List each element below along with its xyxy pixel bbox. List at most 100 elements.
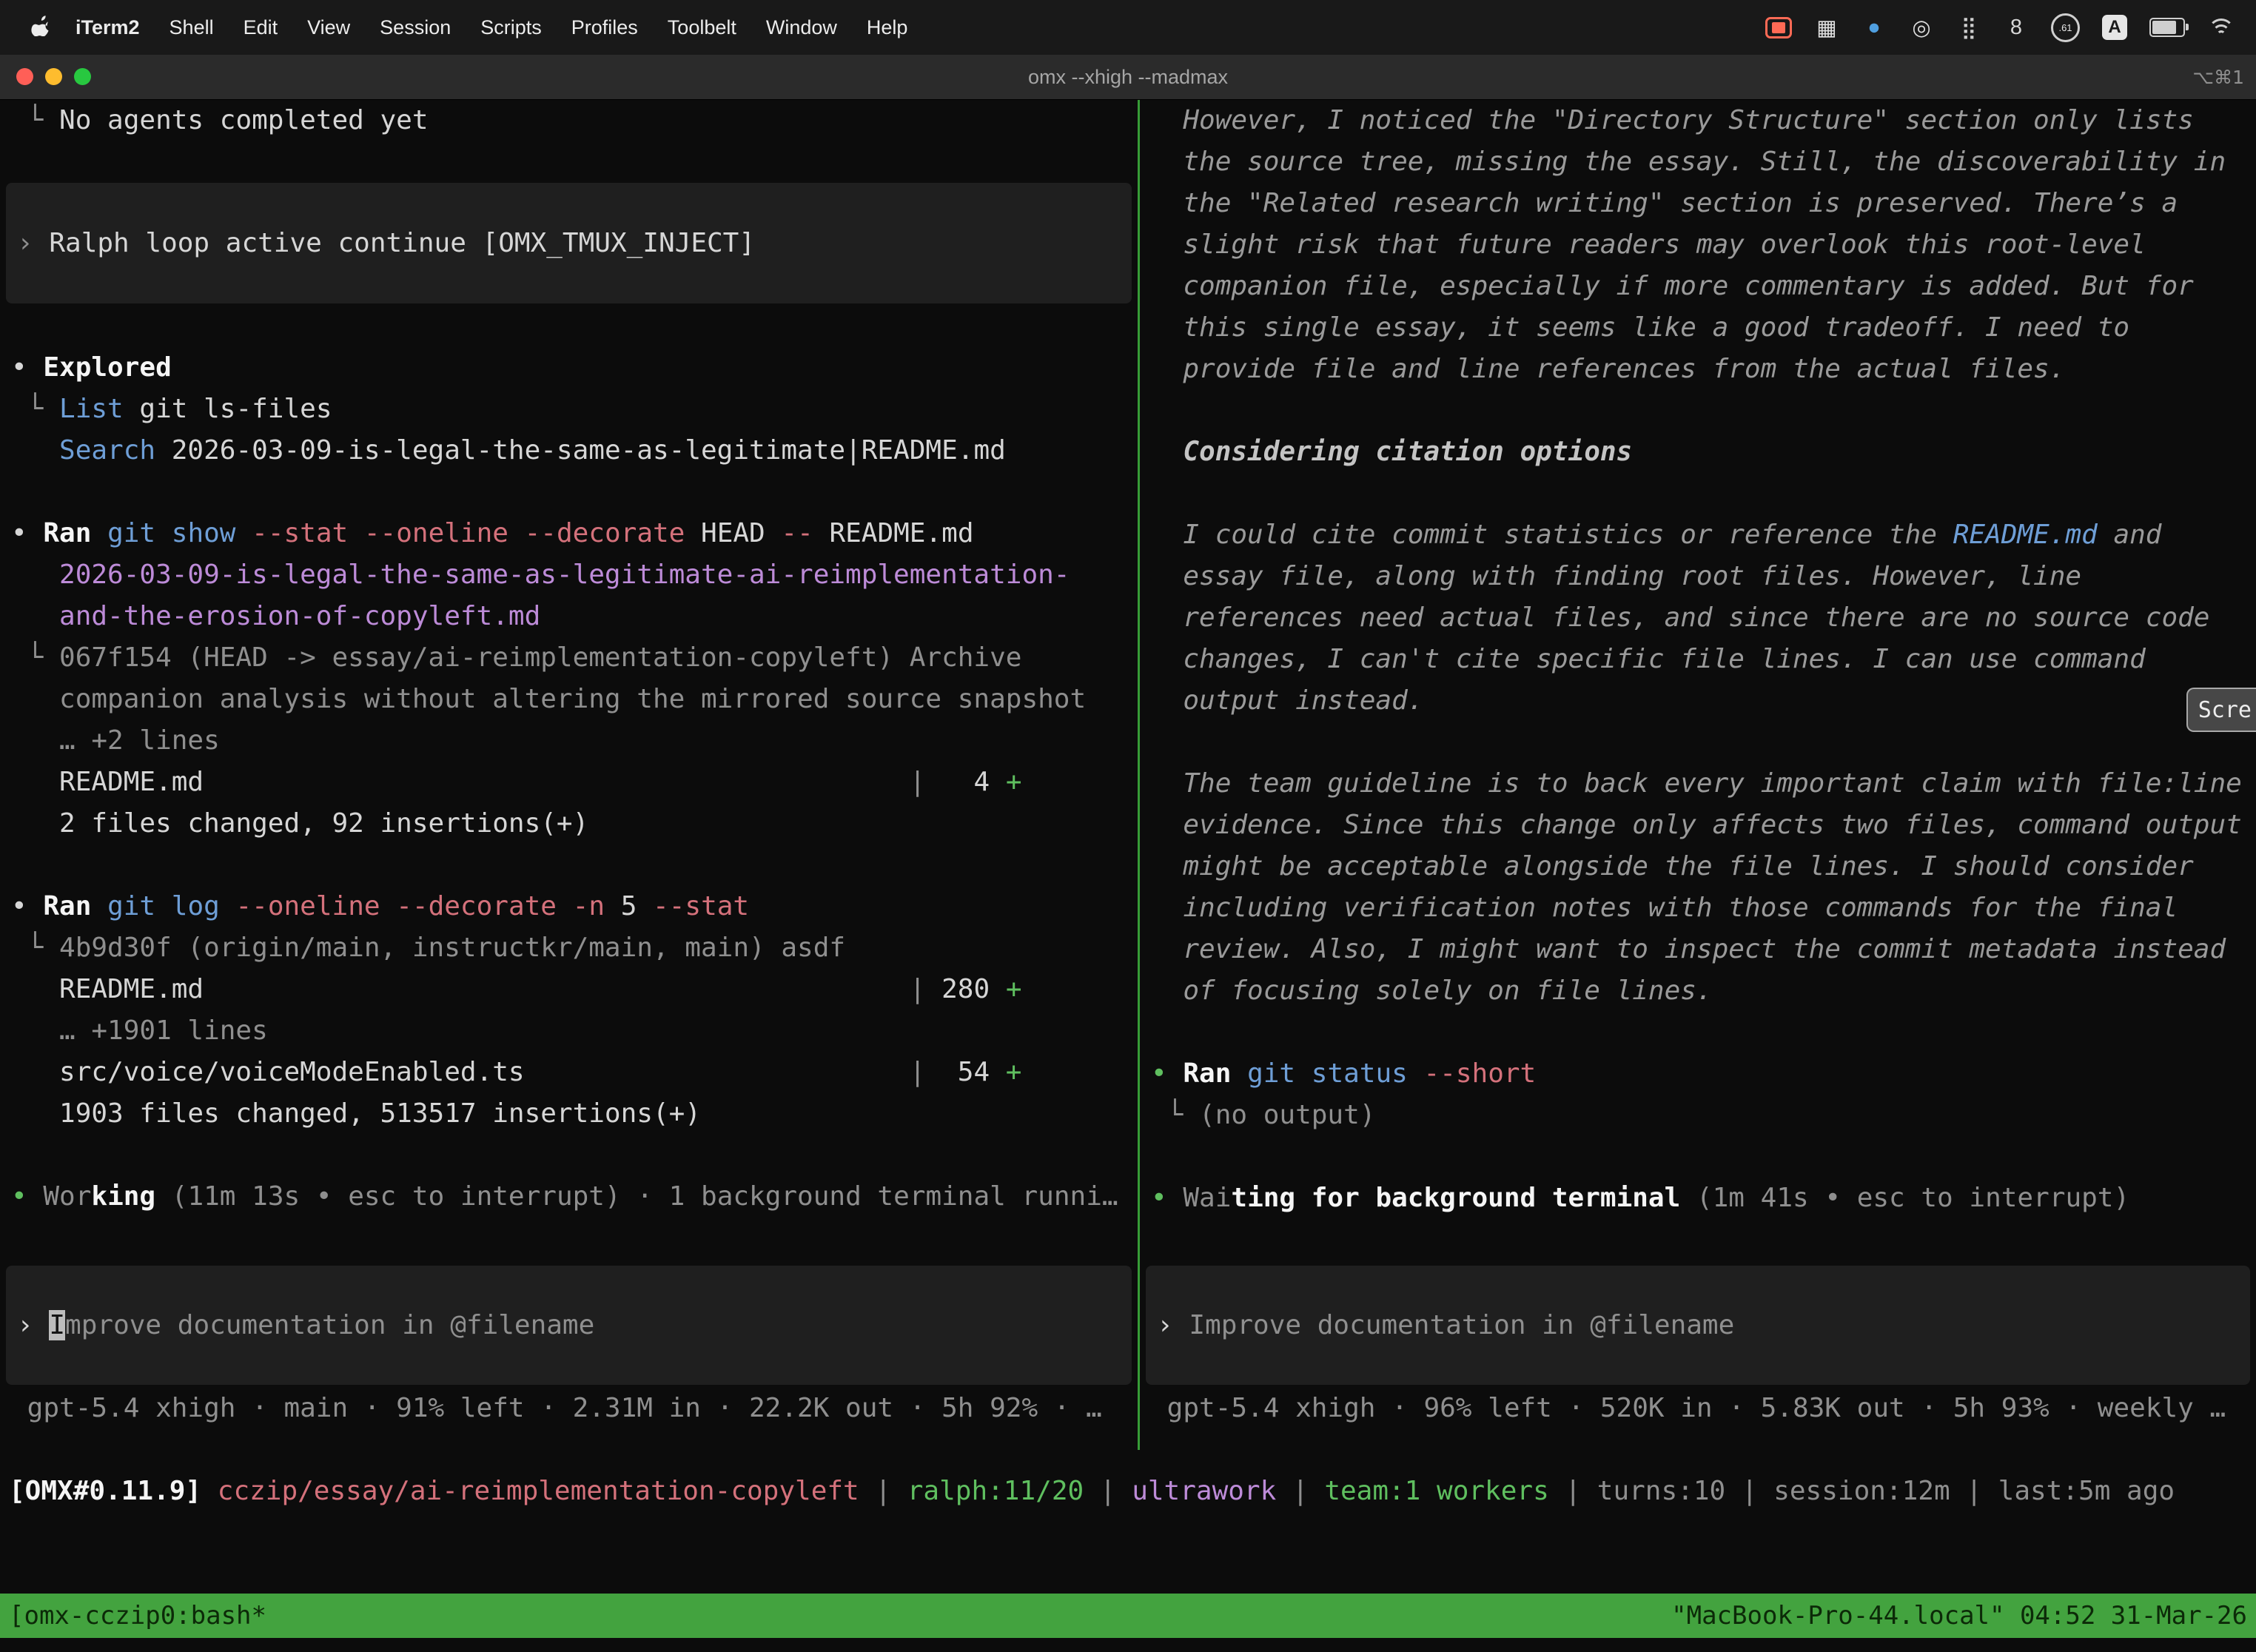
gap bbox=[1140, 1219, 2256, 1266]
terminal-line: Search 2026-03-09-is-legal-the-same-as-l… bbox=[0, 430, 1138, 471]
explored-heading: • Explored bbox=[0, 347, 1138, 389]
tmux-status-bar: [omx-cczip0:bash* "MacBook-Pro-44.local"… bbox=[0, 1594, 2256, 1638]
terminal-line: 2 files changed, 92 insertions(+) bbox=[0, 803, 1138, 845]
prompt-input[interactable]: › Improve documentation in @filename bbox=[6, 1266, 1132, 1385]
dots-grid-icon[interactable]: ⣿ bbox=[1956, 13, 1981, 42]
menu-item-profiles[interactable]: Profiles bbox=[557, 16, 653, 39]
thinking-text: the "Related research writing" section i… bbox=[1140, 183, 2256, 224]
thinking-text: might be acceptable alongside the file l… bbox=[1140, 846, 2256, 887]
wifi-icon[interactable] bbox=[2207, 13, 2235, 42]
terminal-line: … +1901 lines bbox=[0, 1010, 1138, 1052]
ralph-loop-banner: › Ralph loop active continue [OMX_TMUX_I… bbox=[6, 183, 1132, 303]
command-line: • Ran git log --oneline --decorate -n 5 … bbox=[0, 886, 1138, 927]
terminal-line: companion analysis without altering the … bbox=[0, 679, 1138, 720]
terminal-line: └ List git ls-files bbox=[0, 389, 1138, 430]
blank-line bbox=[0, 471, 1138, 513]
command-line: • Ran git show --stat --oneline --decora… bbox=[0, 513, 1138, 554]
terminal-line: └ 4b9d30f (origin/main, instructkr/main,… bbox=[0, 927, 1138, 969]
thinking-text: changes, I can't cite specific file line… bbox=[1140, 639, 2256, 680]
thinking-text: However, I noticed the "Directory Struct… bbox=[1140, 100, 2256, 141]
session-status-line: gpt-5.4 xhigh · 96% left · 520K in · 5.8… bbox=[1140, 1388, 2256, 1429]
battery-icon[interactable] bbox=[2149, 13, 2185, 42]
blank-line bbox=[0, 141, 1138, 183]
working-status-line: • Working (11m 13s • esc to interrupt) ·… bbox=[0, 1176, 1138, 1218]
thinking-text: including verification notes with those … bbox=[1140, 887, 2256, 929]
apple-menu[interactable] bbox=[21, 14, 61, 41]
thinking-text: of focusing solely on file lines. bbox=[1140, 970, 2256, 1012]
terminal-pane-right: However, I noticed the "Directory Struct… bbox=[1140, 100, 2256, 1429]
tmux-session-label: [omx-cczip0:bash* bbox=[9, 1601, 266, 1631]
terminal-line: 2026-03-09-is-legal-the-same-as-legitima… bbox=[0, 554, 1138, 596]
blank-line bbox=[0, 845, 1138, 886]
terminal-line: └ 067f154 (HEAD -> essay/ai-reimplementa… bbox=[0, 637, 1138, 679]
thinking-text: references need actual files, and since … bbox=[1140, 597, 2256, 639]
terminal-line: and-the-erosion-of-copyleft.md bbox=[0, 596, 1138, 637]
thinking-text: evidence. Since this change only affects… bbox=[1140, 805, 2256, 846]
omx-status-line: [OMX#0.11.9] cczip/essay/ai-reimplementa… bbox=[0, 1471, 2256, 1512]
screen-sharing-popup[interactable]: Scre bbox=[2186, 688, 2256, 732]
gap bbox=[0, 1218, 1138, 1266]
waiting-status-line: • Waiting for background terminal (1m 41… bbox=[1140, 1178, 2256, 1219]
prompt-input-text: › Improve documentation in @filename bbox=[1146, 1305, 2250, 1346]
thinking-text: I could cite commit statistics or refere… bbox=[1140, 514, 2256, 556]
app-icon-circle[interactable]: ◎ bbox=[1909, 13, 1934, 42]
screen-recording-indicator-icon[interactable] bbox=[1765, 13, 1792, 42]
menu-item-iterm2[interactable]: iTerm2 bbox=[61, 16, 155, 39]
thinking-heading: Considering citation options bbox=[1140, 432, 2256, 473]
screen-sharing-popup-label: Scre bbox=[2198, 697, 2252, 723]
screen: { "colors": { "background": "#0c0c0c", "… bbox=[0, 0, 2256, 1652]
ralph-loop-banner-text: › Ralph loop active continue [OMX_TMUX_I… bbox=[6, 223, 1132, 264]
gauge-icon[interactable]: .61 bbox=[2051, 13, 2080, 42]
menu-item-view[interactable]: View bbox=[292, 16, 365, 39]
menu-item-session[interactable]: Session bbox=[365, 16, 466, 39]
window-title: omx --xhigh --madmax bbox=[1028, 66, 1228, 89]
gap bbox=[0, 303, 1138, 347]
prompt-input[interactable]: › Improve documentation in @filename bbox=[1146, 1266, 2250, 1385]
menu-bar: iTerm2ShellEditViewSessionScriptsProfile… bbox=[0, 0, 2256, 55]
thinking-text: this single essay, it seems like a good … bbox=[1140, 307, 2256, 349]
blank-line bbox=[1140, 1136, 2256, 1178]
tmux-host-time: "MacBook-Pro-44.local" 04:52 31-Mar-26 bbox=[1671, 1601, 2247, 1631]
blank-line bbox=[1140, 390, 2256, 432]
thinking-text: output instead. bbox=[1140, 680, 2256, 722]
window-title-bar: omx --xhigh --madmax ⌥⌘1 bbox=[0, 55, 2256, 100]
menu-item-toolbelt[interactable]: Toolbelt bbox=[653, 16, 751, 39]
window-grid-icon[interactable]: ▦ bbox=[1814, 13, 1839, 42]
thinking-text: companion file, especially if more comme… bbox=[1140, 266, 2256, 307]
thinking-text: review. Also, I might want to inspect th… bbox=[1140, 929, 2256, 970]
apple-logo-icon bbox=[31, 14, 50, 41]
agent-summary-line: └ No agents completed yet bbox=[0, 100, 1138, 141]
menu-items: iTerm2ShellEditViewSessionScriptsProfile… bbox=[61, 16, 922, 39]
menu-item-help[interactable]: Help bbox=[852, 16, 923, 39]
thinking-text: the source tree, missing the essay. Stil… bbox=[1140, 141, 2256, 183]
terminal-line: README.md | 280 + bbox=[0, 969, 1138, 1010]
input-source-icon[interactable]: A bbox=[2102, 13, 2127, 42]
blank-line bbox=[1140, 473, 2256, 514]
session-status-line: gpt-5.4 xhigh · main · 91% left · 2.31M … bbox=[0, 1388, 1138, 1429]
thinking-text: The team guideline is to back every impo… bbox=[1140, 763, 2256, 805]
menu-item-window[interactable]: Window bbox=[751, 16, 852, 39]
terminal-line: README.md | 4 + bbox=[0, 762, 1138, 803]
zoom-button[interactable] bbox=[74, 68, 91, 85]
terminal-line: 1903 files changed, 513517 insertions(+) bbox=[0, 1093, 1138, 1135]
app-icon-blue[interactable]: ● bbox=[1861, 13, 1887, 42]
thinking-text: essay file, along with finding root file… bbox=[1140, 556, 2256, 597]
window-shortcut-badge: ⌥⌘1 bbox=[2192, 67, 2244, 88]
window-controls bbox=[16, 68, 91, 85]
menu-item-shell[interactable]: Shell bbox=[155, 16, 229, 39]
command-line: • Ran git status --short bbox=[1140, 1053, 2256, 1095]
terminal: └ No agents completed yet › Ralph loop ac… bbox=[0, 100, 2256, 1652]
menu-item-edit[interactable]: Edit bbox=[229, 16, 293, 39]
blank-line bbox=[0, 1135, 1138, 1176]
terminal-pane-left: └ No agents completed yet › Ralph loop ac… bbox=[0, 100, 1138, 1429]
menu-item-scripts[interactable]: Scripts bbox=[466, 16, 557, 39]
terminal-line: └ (no output) bbox=[1140, 1095, 2256, 1136]
thinking-text: provide file and line references from th… bbox=[1140, 349, 2256, 390]
prompt-input-text: › Improve documentation in @filename bbox=[6, 1305, 1132, 1346]
close-button[interactable] bbox=[16, 68, 33, 85]
minimize-button[interactable] bbox=[45, 68, 62, 85]
app-icon-8[interactable]: 8 bbox=[2004, 13, 2029, 42]
terminal-line: src/voice/voiceModeEnabled.ts | 54 + bbox=[0, 1052, 1138, 1093]
thinking-text: slight risk that future readers may over… bbox=[1140, 224, 2256, 266]
menu-status-icons: ▦ ● ◎ ⣿ 8 .61 A bbox=[1765, 13, 2235, 42]
